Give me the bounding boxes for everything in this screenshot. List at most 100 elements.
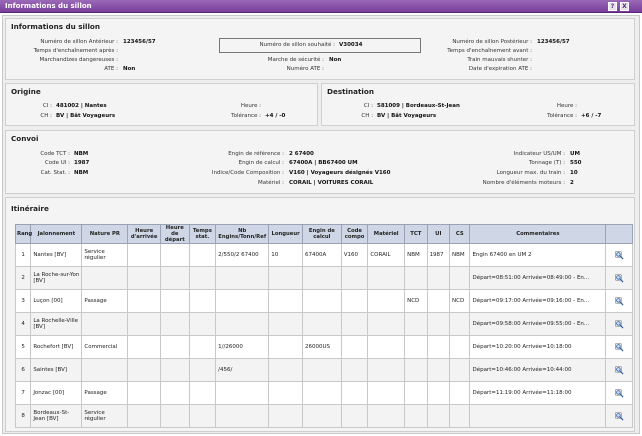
table-row[interactable]: 1 Nantes [BV] Service régulier 2/550/2 6740… [14,243,633,267]
destination-heure-row: Heure : [556,103,577,109]
row-detail-button[interactable] [605,404,633,428]
table-cell: 10 [268,243,303,267]
col-header[interactable]: CS [449,224,471,244]
magnifier-icon[interactable] [614,296,624,306]
table-cell: La Roche-sur-Yon [BV] [30,266,83,290]
magnifier-icon[interactable] [614,388,624,398]
table-cell [367,404,406,428]
table-cell: Passage [81,381,129,405]
table-cell [160,381,190,405]
magnifier-icon[interactable] [614,411,624,421]
table-cell: Départ=09:58:00 Arrivée=09:55:00 - En... [469,312,607,336]
col-header[interactable]: Heure d'arrivée [127,224,162,244]
table-row[interactable]: 5 Rochefort [BV] Commercial 1//26000 26000US… [14,335,633,359]
table-cell [188,358,217,382]
table-cell [449,404,471,428]
table-cell [215,312,270,336]
row-detail-button[interactable] [605,381,633,405]
row-detail-button[interactable] [605,335,633,359]
convoi-title: Convoi [11,134,39,143]
magnifier-icon[interactable] [614,342,624,352]
close-button[interactable]: X [620,2,629,11]
table-cell [426,312,451,336]
table-cell [81,266,129,290]
table-row[interactable]: 7 Jonzac [00] Passage Départ=11:19:00 Arriv… [14,381,633,405]
col-header[interactable]: Temps stat. [188,224,217,244]
col-header[interactable]: Heure de départ [160,224,190,244]
origine-ci-row: CI : 481002 | Nantes [42,103,107,109]
row-detail-button[interactable] [605,266,633,290]
table-cell: Luçon [00] [30,289,83,313]
table-cell [188,243,217,267]
convoi-left-row-1: Code UI : 1987 [44,160,90,166]
table-cell [160,243,190,267]
col-header[interactable]: UI [426,224,451,244]
table-cell: Bordeaux-St-Jean [BV] [30,404,83,428]
table-cell: V160 [340,243,369,267]
itineraire-title: Itinéraire [11,204,49,213]
table-cell [188,404,217,428]
table-cell [449,358,471,382]
table-cell [426,266,451,290]
table-cell: 3 [14,289,32,313]
magnifier-icon[interactable] [614,273,624,283]
table-cell [268,404,303,428]
table-row[interactable]: 2 La Roche-sur-Yon [BV] Départ=08:51:00 Ar… [14,266,633,290]
table-cell [426,358,451,382]
destination-ch-row: CH : BV | Bât Voyageurs [361,113,437,119]
row-detail-button[interactable] [605,358,633,382]
col-header[interactable]: Matériel [367,224,406,244]
table-cell [81,312,129,336]
col-header[interactable]: Jalonnement [30,224,83,244]
table-cell [340,335,369,359]
magnifier-icon[interactable] [614,319,624,329]
table-cell [367,381,406,405]
table-row[interactable]: 8 Bordeaux-St-Jean [BV] Service régulier [14,404,633,428]
row-detail-button[interactable] [605,289,633,313]
destination-panel: Destination CI : 581009 | Bordeaux-St-Je… [321,83,635,126]
magnifier-icon[interactable] [614,250,624,260]
table-cell [426,289,451,313]
table-cell [404,404,428,428]
table-cell [215,289,270,313]
table-cell: Départ=09:17:00 Arrivée=09:16:00 - En... [469,289,607,313]
itineraire-header-row: Rang Jalonnement Nature PR Heure d'arriv… [14,224,633,244]
table-cell [160,289,190,313]
table-cell [340,289,369,313]
col-header[interactable]: Engin de calcul [301,224,342,244]
table-row[interactable]: 3 Luçon [00] Passage NCD NCD Départ=09:17:00 … [14,289,633,313]
origine-tol-row: Tolérance : +4 / -0 [231,113,286,119]
destination-title: Destination [327,87,374,96]
table-cell [404,358,428,382]
col-header[interactable]: Nb Engins/Tonn/Ref [215,224,270,244]
table-row[interactable]: 6 Saintes [BV] /456/Départ=10:46:00 Arrivé… [14,358,633,382]
table-cell [301,358,342,382]
col-header[interactable]: Code compo [340,224,369,244]
col-header[interactable]: Commentaires [469,224,607,244]
table-cell: NCD [404,289,428,313]
col-header[interactable]: TCT [404,224,428,244]
table-cell [340,312,369,336]
row-detail-button[interactable] [605,312,633,336]
col-header[interactable]: Rang [14,224,32,244]
table-cell [340,404,369,428]
magnifier-icon[interactable] [614,365,624,375]
help-button[interactable]: ? [608,2,617,11]
table-cell [426,335,451,359]
table-cell [426,404,451,428]
convoi-center-row-1: Engin de calcul : 67400A | BB67400 UM [238,160,358,166]
sillon-souhaite-box: Numéro de sillon souhaité : V30034 [219,38,421,53]
col-header[interactable]: Longueur [268,224,303,244]
table-cell [160,335,190,359]
convoi-panel: Convoi Code TCT : NBM Code UI : 1987 Cat… [5,130,635,194]
table-row[interactable]: 4 La Rochelle-Ville [BV] Départ=09:58:00 A… [14,312,633,336]
col-header[interactable]: Nature PR [81,224,129,244]
table-cell [404,381,428,405]
row-detail-button[interactable] [605,243,633,267]
table-cell [404,312,428,336]
table-cell [268,289,303,313]
origine-title: Origine [11,87,41,96]
sillon-panel-title: Informations du sillon [11,22,100,31]
table-cell [367,358,406,382]
table-cell: Départ=11:19:00 Arrivée=11:18:00 [469,381,607,405]
